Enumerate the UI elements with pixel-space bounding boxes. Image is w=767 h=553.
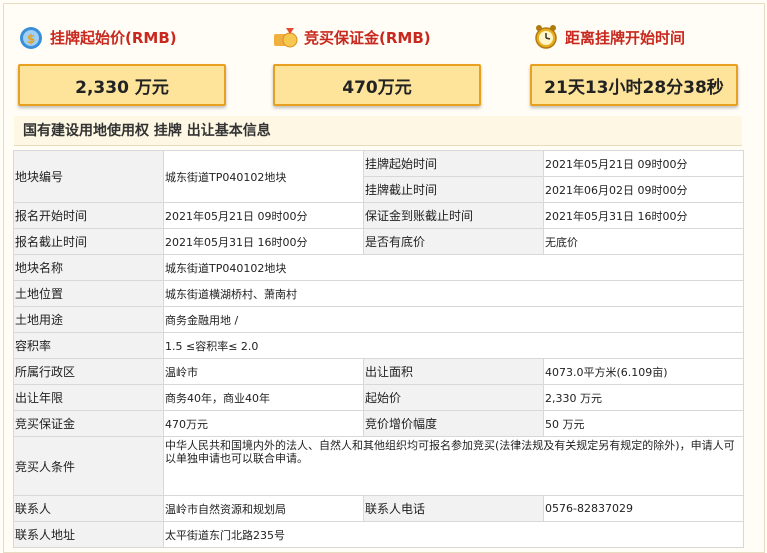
cell-label: 地块编号 [13, 150, 164, 203]
cell-label: 容积率 [13, 332, 164, 359]
start-price-label: 挂牌起始价(RMB) [50, 28, 177, 47]
start-price-header: $ 挂牌起始价(RMB) [18, 24, 177, 50]
cell-value: 470万元 [163, 410, 364, 437]
cell-value: 2021年05月21日 09时00分 [163, 202, 364, 229]
info-table: 地块编号 城东街道TP040102地块 挂牌起始时间 2021年05月21日 0… [13, 150, 744, 548]
cell-value: 商务金融用地 / [163, 306, 744, 333]
deposit-label: 竞买保证金(RMB) [304, 28, 431, 47]
cell-value: 4073.0平方米(6.109亩) [543, 358, 744, 385]
countdown-label: 距离挂牌开始时间 [565, 28, 686, 47]
cell-label: 土地用途 [13, 306, 164, 333]
cell-label: 保证金到账截止时间 [363, 202, 544, 229]
cell-label: 地块名称 [13, 254, 164, 281]
table-row: 容积率 1.5 ≤容积率≤ 2.0 [13, 332, 744, 359]
gold-coins-icon [272, 24, 298, 50]
money-bag-icon: $ [18, 24, 44, 50]
cell-label: 是否有底价 [363, 228, 544, 255]
cell-value: 2021年06月02日 09时00分 [543, 176, 744, 203]
cell-value: 温岭市自然资源和规划局 [163, 495, 364, 522]
cell-label: 联系人地址 [13, 521, 164, 548]
section-title: 国有建设用地使用权 挂牌 出让基本信息 [14, 116, 742, 146]
cell-label: 挂牌截止时间 [363, 176, 544, 203]
table-row: 联系人地址 太平街道东门北路235号 [13, 521, 744, 548]
table-row: 竞买保证金 470万元 竞价增价幅度 50 万元 [13, 410, 744, 437]
table-row: 土地用途 商务金融用地 / [13, 306, 744, 333]
cell-value: 温岭市 [163, 358, 364, 385]
cell-value: 中华人民共和国境内外的法人、自然人和其他组织均可报名参加竞买(法律法规及有关规定… [163, 436, 744, 496]
cell-label: 竞价增价幅度 [363, 410, 544, 437]
cell-value: 城东街道TP040102地块 [163, 150, 364, 203]
cell-value: 太平街道东门北路235号 [163, 521, 744, 548]
cell-label: 联系人电话 [363, 495, 544, 522]
countdown-box: 21天13小时28分38秒 [530, 64, 738, 106]
cell-value: 2021年05月31日 16时00分 [543, 202, 744, 229]
cell-label: 挂牌起始时间 [363, 150, 544, 177]
table-row: 土地位置 城东街道横湖桥村、萧南村 [13, 280, 744, 307]
cell-label: 竞买人条件 [13, 436, 164, 496]
cell-label: 竞买保证金 [13, 410, 164, 437]
cell-label: 出让面积 [363, 358, 544, 385]
cell-value: 城东街道横湖桥村、萧南村 [163, 280, 744, 307]
cell-label: 出让年限 [13, 384, 164, 411]
cell-label: 报名截止时间 [13, 228, 164, 255]
table-row: 所属行政区 温岭市 出让面积 4073.0平方米(6.109亩) [13, 358, 744, 385]
countdown-header: 距离挂牌开始时间 [533, 24, 685, 50]
cell-label: 起始价 [363, 384, 544, 411]
cell-label: 联系人 [13, 495, 164, 522]
cell-value: 无底价 [543, 228, 744, 255]
start-price-box: 2,330 万元 [18, 64, 226, 106]
table-row: 出让年限 商务40年，商业40年 起始价 2,330 万元 [13, 384, 744, 411]
cell-label: 所属行政区 [13, 358, 164, 385]
cell-value: 2021年05月31日 16时00分 [163, 228, 364, 255]
cell-label: 土地位置 [13, 280, 164, 307]
deposit-header: 竞买保证金(RMB) [272, 24, 431, 50]
cell-value: 商务40年，商业40年 [163, 384, 364, 411]
cell-value: 城东街道TP040102地块 [163, 254, 744, 281]
deposit-box: 470万元 [273, 64, 481, 106]
alarm-clock-icon [533, 24, 559, 50]
table-row: 地块名称 城东街道TP040102地块 [13, 254, 744, 281]
cell-value: 1.5 ≤容积率≤ 2.0 [163, 332, 744, 359]
svg-text:$: $ [27, 32, 35, 46]
cell-value: 2021年05月21日 09时00分 [543, 150, 744, 177]
table-row: 地块编号 城东街道TP040102地块 挂牌起始时间 2021年05月21日 0… [13, 150, 744, 203]
cell-label: 报名开始时间 [13, 202, 164, 229]
cell-value: 2,330 万元 [543, 384, 744, 411]
table-row: 竞买人条件 中华人民共和国境内外的法人、自然人和其他组织均可报名参加竞买(法律法… [13, 436, 744, 496]
cell-value: 0576-82837029 [543, 495, 744, 522]
table-row: 报名开始时间 2021年05月21日 09时00分 保证金到账截止时间 2021… [13, 202, 744, 229]
cell-value: 50 万元 [543, 410, 744, 437]
table-row: 联系人 温岭市自然资源和规划局 联系人电话 0576-82837029 [13, 495, 744, 522]
table-row: 报名截止时间 2021年05月31日 16时00分 是否有底价 无底价 [13, 228, 744, 255]
